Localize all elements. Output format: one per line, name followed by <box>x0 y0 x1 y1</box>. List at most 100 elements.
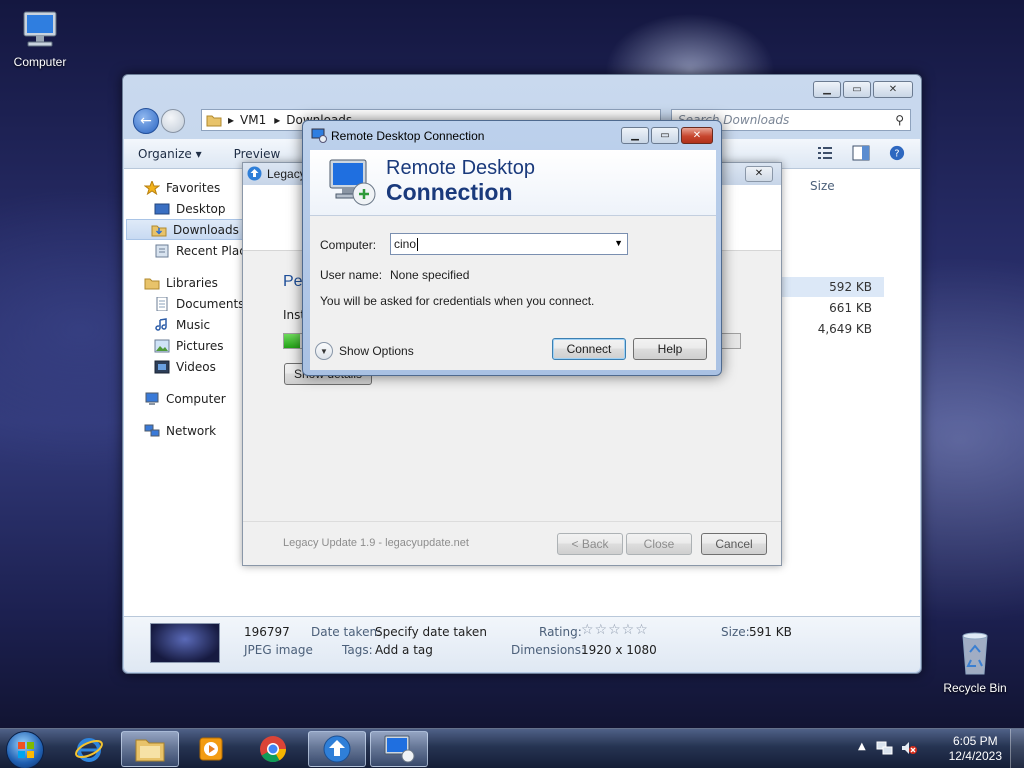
remote-desktop-window: Remote Desktop Connection ▁ ▭ ✕ Remote D… <box>302 120 722 376</box>
details-file-name: 196797 <box>244 625 290 639</box>
connect-button[interactable]: Connect <box>552 338 626 360</box>
system-tray: ▲ 6:05 PM 12/4/2023 <box>854 729 1024 768</box>
show-hidden-icons-icon[interactable]: ▲ <box>858 741 866 752</box>
folder-icon <box>206 115 222 127</box>
nav-downloads[interactable]: Downloads <box>126 219 250 240</box>
minimize-icon: ▁ <box>823 84 831 95</box>
taskbar-explorer[interactable] <box>121 731 179 767</box>
media-player-icon <box>199 737 223 761</box>
details-tags-label: Tags: <box>342 643 373 657</box>
nav-documents[interactable]: Documents <box>130 293 250 314</box>
legacy-update-icon <box>247 166 262 181</box>
nav-pictures[interactable]: Pictures <box>130 335 250 356</box>
taskbar-internet-explorer[interactable] <box>60 731 118 767</box>
rdp-title-icon <box>311 128 327 143</box>
legacy-close-action-button[interactable]: Close <box>626 533 692 555</box>
network-tray-icon[interactable] <box>876 740 894 756</box>
volume-muted-icon[interactable] <box>900 740 918 756</box>
forward-button[interactable] <box>161 109 185 133</box>
close-icon: ✕ <box>888 84 898 95</box>
svg-text:?: ? <box>894 149 899 160</box>
documents-icon <box>156 296 168 311</box>
maximize-button[interactable]: ▭ <box>843 81 871 98</box>
desktop-recycle-bin[interactable]: Recycle Bin <box>935 630 1015 695</box>
computer-combobox[interactable]: cino ▼ <box>390 233 628 255</box>
recent-places-icon <box>155 244 169 257</box>
cancel-button[interactable]: Cancel <box>701 533 767 555</box>
desktop-computer[interactable]: Computer <box>0 8 80 69</box>
nav-network[interactable]: Network <box>130 420 250 441</box>
details-size-label: Size: <box>721 625 750 639</box>
videos-icon <box>154 360 170 373</box>
help-button[interactable]: Help <box>633 338 707 360</box>
libraries-icon <box>144 278 160 289</box>
arrow-left-icon: ← <box>140 113 152 129</box>
rdp-minimize-button[interactable]: ▁ <box>621 127 649 144</box>
preview-pane-icon[interactable] <box>852 145 870 161</box>
remote-desktop-icon <box>384 735 415 763</box>
organize-button[interactable]: Organize ▾ <box>124 147 216 161</box>
start-button[interactable] <box>6 731 44 768</box>
folder-icon <box>135 739 165 762</box>
details-date-value[interactable]: Specify date taken <box>375 625 487 639</box>
nav-recent-places[interactable]: Recent Places <box>130 240 250 261</box>
details-date-label: Date taken: <box>311 625 382 639</box>
internet-explorer-icon <box>75 738 103 762</box>
rdp-heading-line2: Connection <box>386 179 513 205</box>
clock-date: 12/4/2023 <box>948 749 1002 763</box>
legacy-footer-text: Legacy Update 1.9 - legacyupdate.net <box>283 537 469 549</box>
username-value: None specified <box>390 268 470 282</box>
legacy-close-button[interactable]: ✕ <box>745 166 773 182</box>
breadcrumb-vm1[interactable]: VM1 <box>240 113 266 127</box>
rdp-maximize-button[interactable]: ▭ <box>651 127 679 144</box>
details-rating-stars[interactable]: ☆☆☆☆☆ <box>581 622 649 638</box>
rdp-banner: Remote Desktop Connection <box>310 150 716 216</box>
computer-icon <box>23 11 57 47</box>
desktop-folder-icon <box>154 203 170 214</box>
show-options-toggle[interactable]: ▼ Show Options <box>315 342 414 360</box>
recycle-bin-icon <box>962 632 988 675</box>
clock-time: 6:05 PM <box>952 734 998 748</box>
rdp-close-button[interactable]: ✕ <box>681 127 713 144</box>
star-icon <box>144 180 160 195</box>
desktop-recycle-bin-label: Recycle Bin <box>943 681 1007 695</box>
minimize-icon: ▁ <box>631 130 639 141</box>
maximize-icon: ▭ <box>852 84 862 95</box>
view-options-icon[interactable] <box>816 145 834 161</box>
search-icon[interactable]: ⚲ <box>895 113 904 127</box>
nav-libraries[interactable]: Libraries <box>130 272 250 293</box>
nav-desktop[interactable]: Desktop <box>130 198 250 219</box>
details-tags-value[interactable]: Add a tag <box>375 643 433 657</box>
legacy-update-icon <box>323 735 351 763</box>
network-icon <box>144 424 160 436</box>
back-button[interactable]: < Back <box>557 533 623 555</box>
details-size-value: 591 KB <box>749 625 792 639</box>
nav-computer[interactable]: Computer <box>130 388 250 409</box>
taskbar-remote-desktop[interactable] <box>370 731 428 767</box>
details-rating-label: Rating: <box>539 625 582 639</box>
close-button[interactable]: ✕ <box>873 81 913 98</box>
toolbar-right: ? <box>816 145 906 161</box>
chevron-down-icon: ▼ <box>315 342 333 360</box>
help-icon[interactable]: ? <box>888 145 906 161</box>
column-header-size[interactable]: Size <box>810 179 835 193</box>
details-dimensions-value: 1920 x 1080 <box>581 643 657 657</box>
system-clock[interactable]: 6:05 PM 12/4/2023 <box>949 734 1002 764</box>
remote-desktop-icon <box>329 159 376 206</box>
show-desktop-button[interactable] <box>1010 729 1024 768</box>
desktop-computer-label: Computer <box>13 55 67 69</box>
nav-music[interactable]: Music <box>130 314 250 335</box>
back-button[interactable]: ← <box>133 108 159 134</box>
taskbar-legacy-update[interactable] <box>308 731 366 767</box>
nav-videos[interactable]: Videos <box>130 356 250 377</box>
details-file-type: JPEG image <box>244 643 313 657</box>
taskbar-chrome[interactable] <box>244 731 302 767</box>
username-label: User name: <box>320 268 383 282</box>
dropdown-arrow-icon[interactable]: ▼ <box>614 238 623 248</box>
taskbar-media-player[interactable] <box>182 731 240 767</box>
legacy-progress-fill <box>284 334 300 348</box>
preview-button[interactable]: Preview <box>216 147 295 161</box>
minimize-button[interactable]: ▁ <box>813 81 841 98</box>
breadcrumb-chevron-icon: ▸ <box>228 113 235 127</box>
nav-favorites[interactable]: Favorites <box>130 177 250 198</box>
